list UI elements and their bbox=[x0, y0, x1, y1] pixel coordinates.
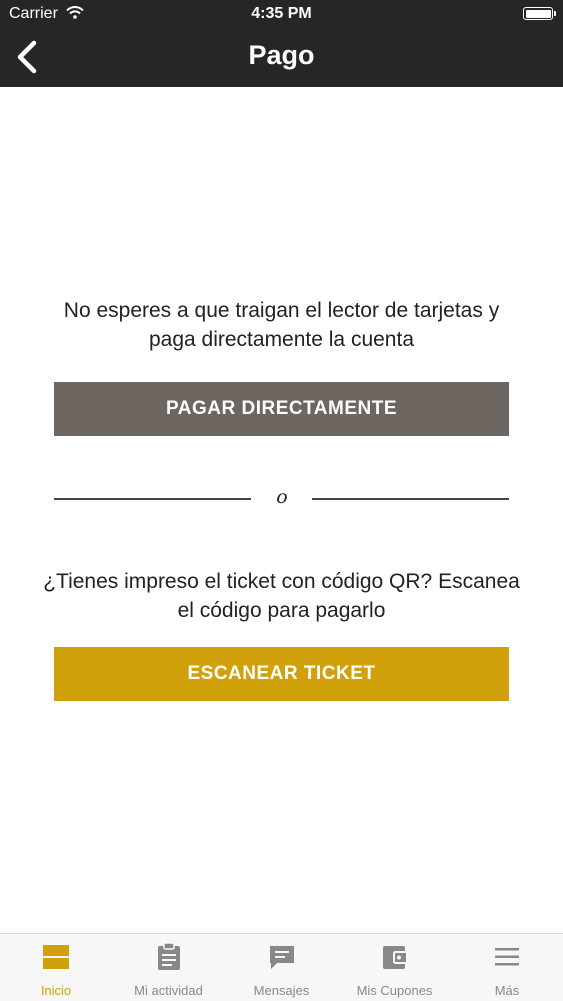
tab-mi-actividad-label: Mi actividad bbox=[134, 983, 203, 998]
home-icon bbox=[43, 945, 69, 969]
tab-bar: Inicio Mi actividad Mensajes Mis Cupones bbox=[0, 933, 563, 1001]
wallet-icon bbox=[382, 946, 408, 969]
divider-or-label: o bbox=[276, 486, 288, 508]
scan-ticket-button[interactable]: ESCANEAR TICKET bbox=[54, 647, 509, 701]
tab-mensajes-label: Mensajes bbox=[253, 983, 310, 998]
clipboard-icon bbox=[157, 943, 180, 970]
tab-mis-cupones-label: Mis Cupones bbox=[356, 983, 433, 998]
page-title: Pago bbox=[248, 40, 315, 70]
divider-left bbox=[54, 498, 251, 500]
tab-mas[interactable]: Más bbox=[451, 934, 563, 1001]
battery-icon bbox=[523, 7, 556, 20]
direct-pay-message-line2: paga directamente la cuenta bbox=[148, 328, 414, 351]
tab-mas-label: Más bbox=[494, 983, 520, 998]
status-bar: Carrier 4:35 PM bbox=[0, 0, 563, 30]
scan-ticket-message: ¿Tienes impreso el ticket con código QR?… bbox=[0, 567, 563, 625]
tab-mi-actividad[interactable]: Mi actividad bbox=[112, 934, 225, 1001]
divider-right bbox=[312, 498, 509, 500]
direct-pay-message-line1: No esperes a que traigan el lector de ta… bbox=[63, 299, 500, 322]
scan-ticket-message-line1: ¿Tienes impreso el ticket con código QR?… bbox=[43, 570, 520, 593]
pay-directly-button[interactable]: PAGAR DIRECTAMENTE bbox=[54, 382, 509, 436]
tab-mensajes[interactable]: Mensajes bbox=[225, 934, 338, 1001]
tab-mis-cupones[interactable]: Mis Cupones bbox=[338, 934, 451, 1001]
menu-icon bbox=[495, 948, 519, 966]
clock: 4:35 PM bbox=[251, 5, 312, 22]
tab-inicio-label: Inicio bbox=[40, 983, 72, 998]
navigation-header: Carrier 4:35 PM Pago bbox=[0, 0, 563, 87]
message-icon bbox=[269, 946, 294, 969]
direct-pay-message: No esperes a que traigan el lector de ta… bbox=[0, 296, 563, 354]
scan-ticket-message-line2: el código para pagarlo bbox=[177, 599, 386, 622]
tab-inicio[interactable]: Inicio bbox=[0, 934, 112, 1001]
